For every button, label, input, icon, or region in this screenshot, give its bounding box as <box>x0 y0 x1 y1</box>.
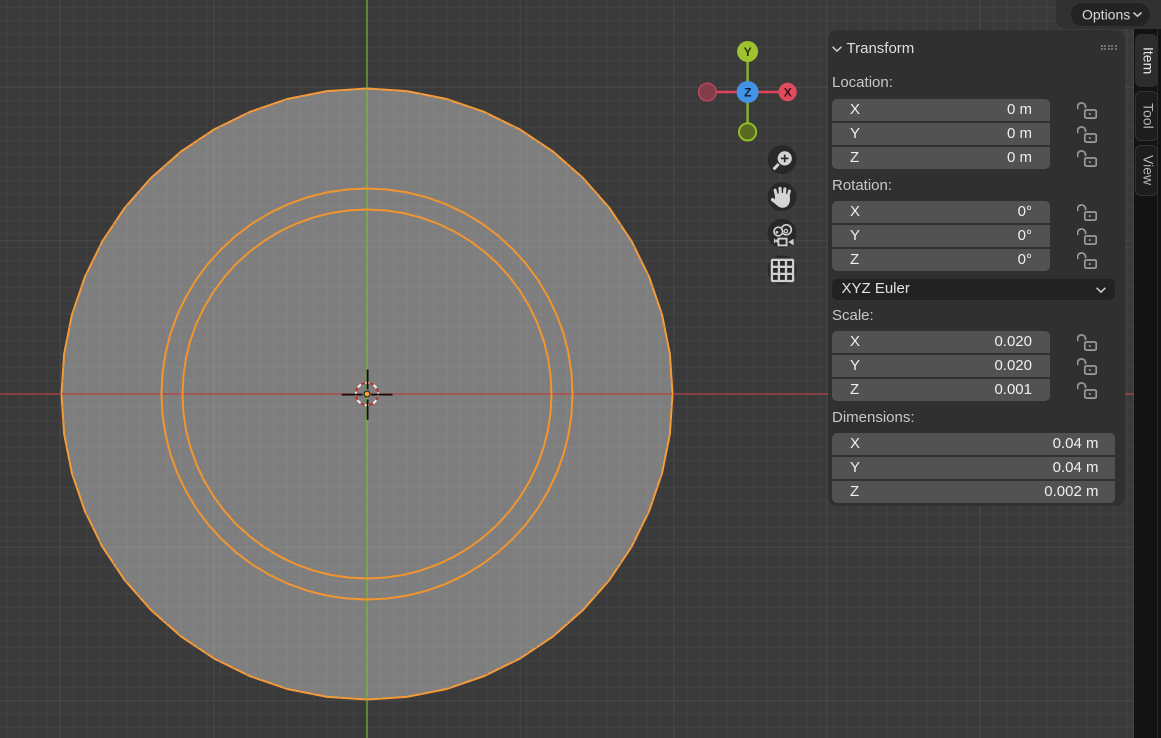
svg-text:X: X <box>784 85 792 99</box>
svg-text:Y: Y <box>744 45 752 59</box>
svg-text:Z: Z <box>744 85 751 99</box>
